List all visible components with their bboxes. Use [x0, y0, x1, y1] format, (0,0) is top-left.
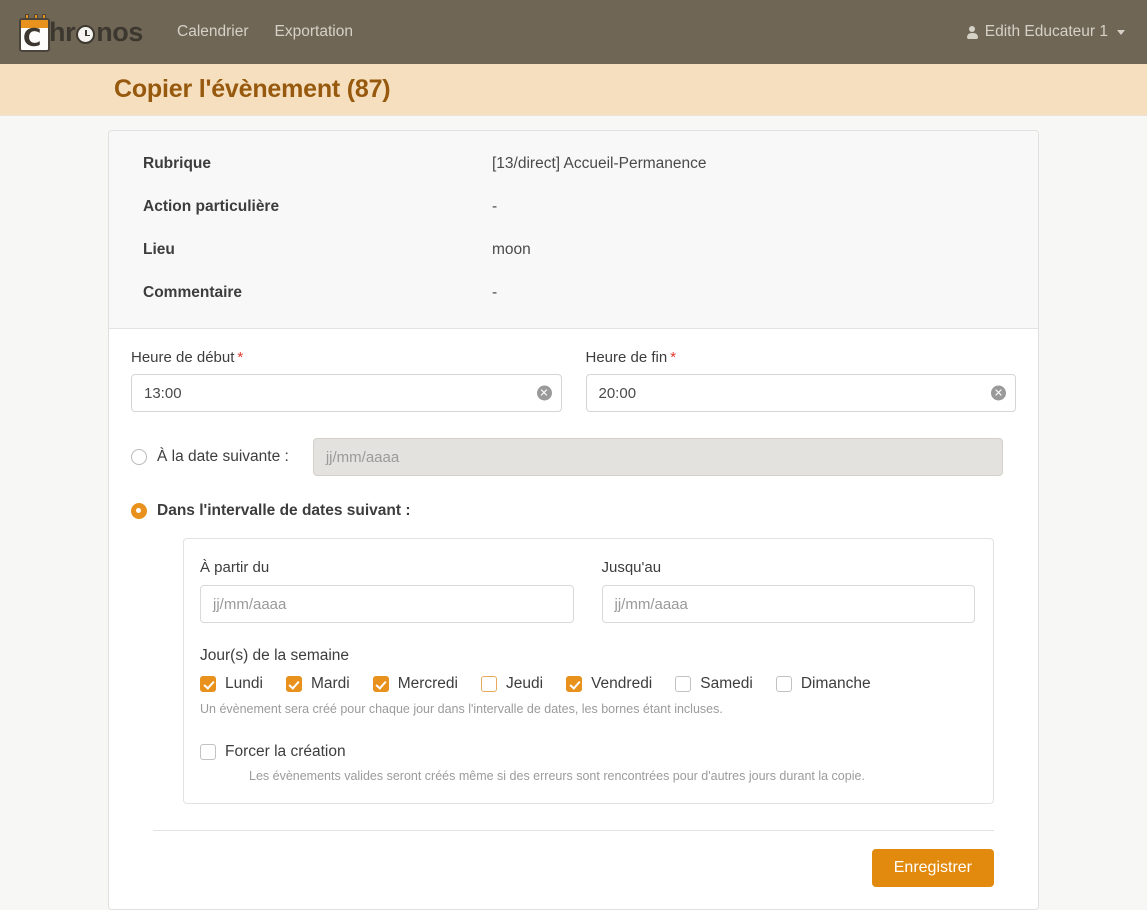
clock-icon [76, 24, 96, 44]
main-content: Rubrique [13/direct] Accueil-Permanence … [0, 116, 1147, 910]
checkbox-jeudi-icon[interactable] [481, 676, 497, 692]
start-time-label-text: Heure de début [131, 349, 235, 366]
info-row-commentaire: Commentaire - [143, 284, 1004, 302]
date-range-inputs-row: À partir du jj/mm/aaaa Jusqu'au jj/mm/aa… [200, 559, 975, 623]
checkbox-mercredi-icon[interactable] [372, 676, 389, 692]
brand-name: hr nos [49, 17, 143, 47]
to-date-label: Jusqu'au [601, 559, 662, 576]
end-time-label: Heure de fin * [586, 349, 1017, 366]
brand-letter: C [23, 23, 42, 52]
required-asterisk: * [237, 349, 244, 366]
force-creation-row[interactable]: Forcer la création [200, 743, 975, 761]
end-time-input[interactable]: 20:00 [585, 374, 1016, 412]
single-date-placeholder: jj/mm/aaaa [325, 448, 400, 466]
info-value: [13/direct] Accueil-Permanence [492, 155, 707, 172]
save-button[interactable]: Enregistrer [871, 849, 994, 887]
days-helper-text: Un évènement sera créé pour chaque jour … [200, 702, 723, 716]
end-time-label-text: Heure de fin [585, 349, 668, 366]
to-date-group: Jusqu'au jj/mm/aaaa [601, 559, 975, 623]
start-time-input-wrap: 13:00 ✕ [131, 374, 562, 412]
info-row-lieu: Lieu moon [143, 241, 1004, 259]
info-label: Action particulière [143, 198, 280, 215]
nav-links: Calendrier Exportation [175, 17, 355, 47]
user-menu[interactable]: Edith Educateur 1 [966, 23, 1129, 41]
day-label: Samedi [700, 675, 753, 692]
radio-range-date-label[interactable]: Dans l'intervalle de dates suivant : [157, 502, 411, 520]
required-asterisk: * [670, 349, 677, 366]
day-checkbox-lundi[interactable]: Lundi [200, 675, 263, 693]
from-date-placeholder: jj/mm/aaaa [213, 595, 287, 613]
radio-single-date[interactable] [131, 449, 147, 465]
checkbox-forcer-creation-icon[interactable] [200, 744, 216, 760]
radio-single-date-label[interactable]: À la date suivante : [157, 448, 289, 466]
to-date-placeholder: jj/mm/aaaa [614, 595, 688, 613]
info-value: - [492, 284, 498, 301]
day-label: Lundi [225, 675, 263, 692]
day-checkbox-jeudi[interactable]: Jeudi [481, 675, 543, 693]
page-header: Copier l'évènement (87) [0, 64, 1147, 116]
day-label: Dimanche [800, 675, 871, 692]
checkbox-mardi-icon[interactable] [285, 676, 302, 692]
start-time-field-group: Heure de début * 13:00 ✕ [131, 349, 562, 412]
force-creation-label: Forcer la création [225, 743, 346, 760]
single-date-option-row: À la date suivante : jj/mm/aaaa [131, 438, 1016, 476]
info-row-rubrique: Rubrique [13/direct] Accueil-Permanence [143, 155, 1004, 173]
from-date-group: À partir du jj/mm/aaaa [200, 559, 574, 623]
day-checkbox-vendredi[interactable]: Vendredi [566, 675, 652, 693]
days-of-week-title: Jour(s) de la semaine [200, 647, 350, 664]
force-creation-helper-text: Les évènements valides seront créés même… [249, 769, 865, 783]
from-date-label: À partir du [200, 559, 270, 576]
info-label: Lieu [143, 241, 175, 258]
form-actions: Enregistrer [131, 831, 1016, 909]
radio-range-date[interactable] [131, 503, 147, 519]
clear-end-time-icon[interactable]: ✕ [991, 385, 1006, 401]
checkbox-dimanche-icon[interactable] [775, 676, 792, 692]
day-label: Mardi [310, 675, 350, 692]
single-date-input[interactable]: jj/mm/aaaa [312, 438, 1003, 476]
start-time-label: Heure de début * [131, 349, 562, 366]
clear-start-time-icon[interactable]: ✕ [536, 385, 552, 401]
brand-logo-link[interactable]: C hr nos [16, 0, 143, 64]
top-navbar: C hr nos Calendrier Exportation Edith Ed… [0, 0, 1147, 64]
info-label: Commentaire [143, 284, 243, 301]
start-time-input[interactable]: 13:00 [131, 374, 562, 412]
chevron-down-icon [1117, 29, 1125, 35]
event-copy-card: Rubrique [13/direct] Accueil-Permanence … [108, 130, 1039, 910]
page-title: Copier l'évènement (87) [114, 75, 391, 103]
copy-form: Heure de début * 13:00 ✕ Heure de fin * 20… [109, 329, 1038, 909]
day-label: Mercredi [397, 675, 458, 692]
range-date-option-row: Dans l'intervalle de dates suivant : [131, 502, 1016, 520]
days-of-week-row: Lundi Mardi Mercredi Jeudi Vendredi Same… [200, 675, 975, 693]
checkbox-samedi-icon[interactable] [675, 676, 692, 692]
day-checkbox-mardi[interactable]: Mardi [285, 675, 350, 693]
checkbox-lundi-icon[interactable] [200, 676, 216, 692]
time-fields-row: Heure de début * 13:00 ✕ Heure de fin * 20… [131, 349, 1016, 412]
day-checkbox-dimanche[interactable]: Dimanche [775, 675, 871, 693]
checkbox-vendredi-icon[interactable] [566, 676, 583, 692]
info-value: moon [492, 241, 531, 258]
user-icon [966, 25, 978, 39]
calendar-clock-logo-icon: C [16, 12, 52, 52]
user-name: Edith Educateur 1 [984, 23, 1108, 40]
day-label: Vendredi [591, 675, 653, 692]
date-range-panel: À partir du jj/mm/aaaa Jusqu'au jj/mm/aa… [183, 538, 994, 804]
info-label: Rubrique [143, 155, 212, 172]
day-checkbox-mercredi[interactable]: Mercredi [372, 675, 458, 693]
from-date-input[interactable]: jj/mm/aaaa [200, 585, 574, 623]
to-date-input[interactable]: jj/mm/aaaa [601, 585, 975, 623]
day-checkbox-samedi[interactable]: Samedi [675, 675, 753, 693]
nav-item-exportation[interactable]: Exportation [273, 17, 355, 47]
day-label: Jeudi [506, 675, 544, 692]
event-summary-section: Rubrique [13/direct] Accueil-Permanence … [109, 131, 1038, 329]
brand-text-post: nos [96, 17, 144, 47]
info-value: - [492, 198, 498, 215]
end-time-input-wrap: 20:00 ✕ [585, 374, 1016, 412]
end-time-field-group: Heure de fin * 20:00 ✕ [585, 349, 1017, 412]
brand-text-pre: hr [49, 17, 76, 47]
nav-item-calendrier[interactable]: Calendrier [175, 17, 251, 47]
info-row-action-particuliere: Action particulière - [143, 198, 1004, 216]
